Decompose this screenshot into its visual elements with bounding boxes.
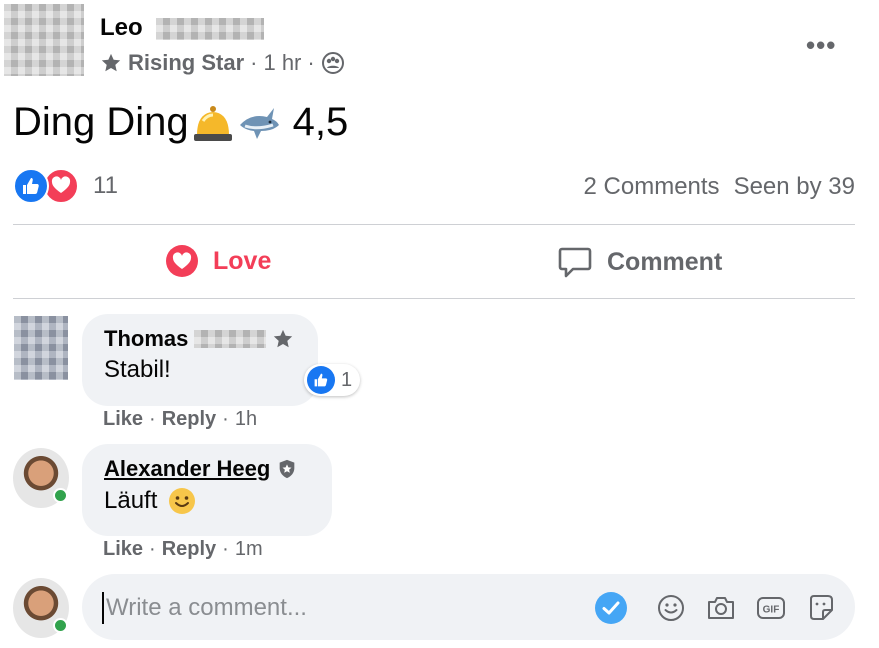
comment-reaction-count: 1 — [341, 368, 353, 391]
author-avatar[interactable] — [4, 4, 84, 76]
reply-comment-button[interactable]: Reply — [162, 538, 216, 561]
comment-author[interactable]: Thomas — [104, 326, 296, 352]
love-icon — [166, 245, 198, 277]
post-stats: 2 Comments Seen by 39 — [584, 173, 855, 201]
like-icon — [307, 366, 335, 394]
star-icon — [274, 329, 293, 348]
post-text: Ding Ding 4,5 — [13, 100, 348, 145]
author-name-redacted — [156, 18, 264, 40]
divider — [13, 224, 855, 225]
bell-icon — [193, 105, 232, 141]
comment-actions: Like · Reply · 1m — [103, 538, 263, 561]
smile-icon — [169, 488, 196, 514]
online-indicator — [53, 618, 68, 633]
rising-star-badge[interactable]: Rising Star — [128, 50, 244, 76]
comment-input[interactable] — [102, 592, 582, 624]
comment-author[interactable]: Alexander Heeg — [104, 456, 310, 482]
meta-separator: · — [250, 50, 258, 75]
comment-actions: Like · Reply · 1h — [103, 408, 257, 431]
group-icon — [321, 52, 344, 74]
check-icon[interactable] — [594, 591, 628, 625]
comment-label: Comment — [607, 247, 723, 276]
separator: · — [222, 538, 229, 560]
separator: · — [149, 538, 156, 560]
seen-by-link[interactable]: Seen by 39 — [734, 173, 855, 201]
like-comment-button[interactable]: Like — [103, 538, 143, 561]
love-label: Love — [213, 246, 272, 275]
comments-count-link[interactable]: 2 Comments — [584, 173, 720, 201]
shark-icon — [239, 107, 279, 139]
post-text-main: Ding Ding — [13, 100, 189, 144]
divider — [13, 298, 855, 299]
separator: · — [149, 408, 156, 430]
comment-text: Läuft — [104, 486, 310, 516]
separator: · — [222, 408, 229, 430]
camera-icon[interactable] — [704, 591, 738, 625]
love-button[interactable]: Love — [165, 244, 271, 278]
comment-author-name[interactable]: Thomas — [104, 326, 188, 352]
comment-bubble: Alexander Heeg Läuft — [82, 444, 332, 536]
comment-text-body: Läuft — [104, 487, 158, 514]
gif-icon[interactable]: GIF — [754, 591, 788, 625]
online-indicator — [53, 488, 68, 503]
comment-bubble: Thomas Stabil! — [82, 314, 318, 406]
emoji-icon[interactable] — [654, 591, 688, 625]
reply-comment-button[interactable]: Reply — [162, 408, 216, 431]
more-options-button[interactable]: ••• — [806, 30, 836, 61]
comment-time[interactable]: 1h — [235, 408, 257, 431]
star-icon — [101, 53, 121, 72]
meta-separator: · — [307, 50, 315, 75]
comment-author-redacted — [194, 330, 267, 348]
comment-time[interactable]: 1m — [235, 538, 263, 561]
sticker-icon[interactable] — [804, 591, 838, 625]
like-icon — [13, 168, 49, 204]
post-meta: Rising Star · 1 hr · — [100, 50, 345, 76]
shield-icon — [279, 459, 295, 479]
comment-composer: GIF — [82, 574, 855, 640]
svg-text:GIF: GIF — [763, 605, 780, 616]
comment-author-name[interactable]: Alexander Heeg — [104, 456, 270, 482]
author-name[interactable]: Leo — [100, 14, 143, 42]
post-text-tail: 4,5 — [292, 100, 349, 144]
comment-icon — [558, 247, 592, 278]
reactions-summary[interactable]: 11 — [13, 168, 118, 204]
comment-button[interactable]: Comment — [557, 244, 722, 280]
like-comment-button[interactable]: Like — [103, 408, 143, 431]
reaction-count: 11 — [93, 172, 118, 199]
commenter-avatar[interactable] — [14, 316, 68, 380]
post-time[interactable]: 1 hr — [263, 50, 301, 76]
comment-reaction-badge[interactable]: 1 — [304, 364, 361, 396]
comment-text: Stabil! — [104, 356, 171, 383]
